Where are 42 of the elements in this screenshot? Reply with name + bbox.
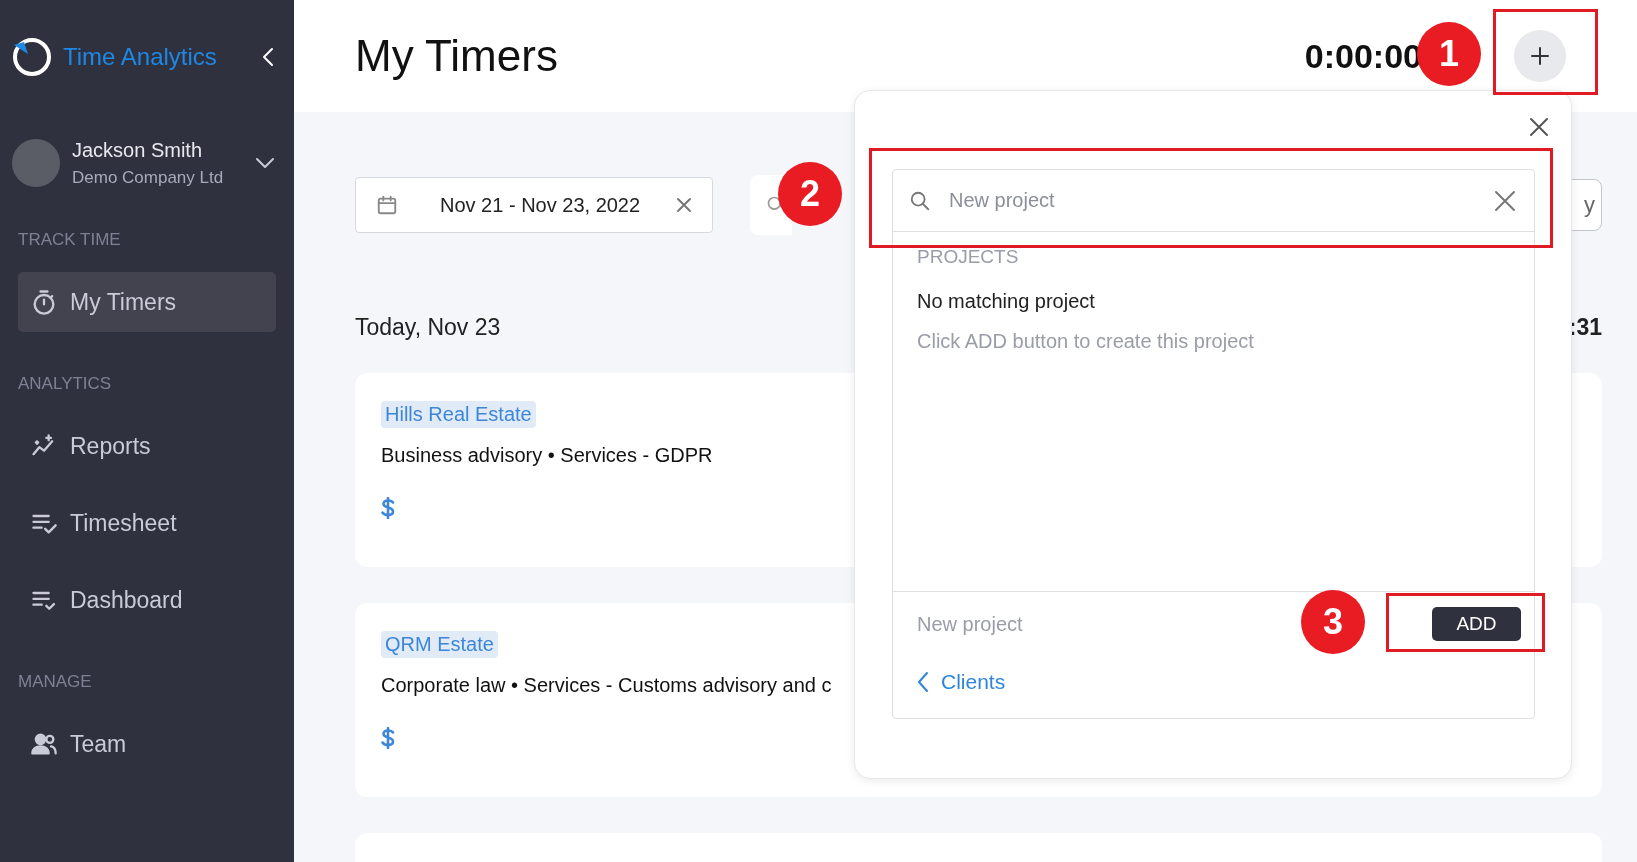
- plus-icon: [1529, 45, 1551, 67]
- new-project-label: New project: [917, 612, 1023, 636]
- calendar-icon: [376, 194, 398, 216]
- back-link[interactable]: Clients: [917, 670, 1510, 694]
- avatar: [12, 139, 60, 187]
- page-title: My Timers: [355, 31, 558, 81]
- nav-item[interactable]: Reports: [18, 416, 276, 476]
- day-heading: Today, Nov 23: [355, 313, 501, 341]
- empty-message: No matching project: [917, 290, 1096, 313]
- nav-item[interactable]: Timesheet: [18, 493, 276, 553]
- section-heading: ANALYTICS: [18, 374, 113, 395]
- clock-logo-icon: [11, 36, 53, 78]
- day-total: :31: [1568, 313, 1602, 341]
- section-heading: MANAGE: [18, 672, 93, 693]
- clear-icon: [676, 197, 692, 213]
- search-field[interactable]: New project: [947, 188, 1494, 213]
- nav-item[interactable]: Dashboard: [18, 570, 276, 630]
- add-button[interactable]: [1514, 30, 1566, 82]
- dropdown-chevron-icon: [254, 156, 276, 170]
- client-tag: Hills Real Estate: [381, 401, 536, 428]
- nav-item[interactable]: My Timers: [18, 272, 276, 332]
- clear-icon: [1494, 189, 1516, 212]
- entry-description: Corporate law • Services - Customs advisory and c: [381, 674, 832, 697]
- close-button[interactable]: [1529, 117, 1549, 137]
- app-name: Time Analytics: [63, 43, 218, 71]
- company-name: Demo Company Ltd: [72, 167, 225, 188]
- close-icon: [1529, 117, 1549, 137]
- nav-item[interactable]: Team: [18, 714, 276, 774]
- search-icon: [909, 189, 931, 212]
- user-name: Jackson Smith: [72, 138, 204, 162]
- add-button[interactable]: ADD: [1432, 607, 1521, 641]
- client-tag: QRM Estate: [381, 631, 498, 658]
- empty-hint: Click ADD button to create this project: [917, 330, 1255, 353]
- dollar-icon: [381, 497, 395, 519]
- back-chevron-icon: [917, 671, 929, 693]
- collapse-chevron-icon: [260, 45, 276, 69]
- step-badge: 2: [778, 162, 842, 226]
- dollar-icon: [381, 727, 395, 749]
- entry-description: Business advisory • Services - GDPR: [381, 444, 713, 467]
- date-range-field[interactable]: Nov 21 - Nov 23, 2022: [355, 177, 713, 233]
- section-heading: PROJECTS: [917, 246, 1020, 268]
- section-heading: TRACK TIME: [18, 230, 122, 251]
